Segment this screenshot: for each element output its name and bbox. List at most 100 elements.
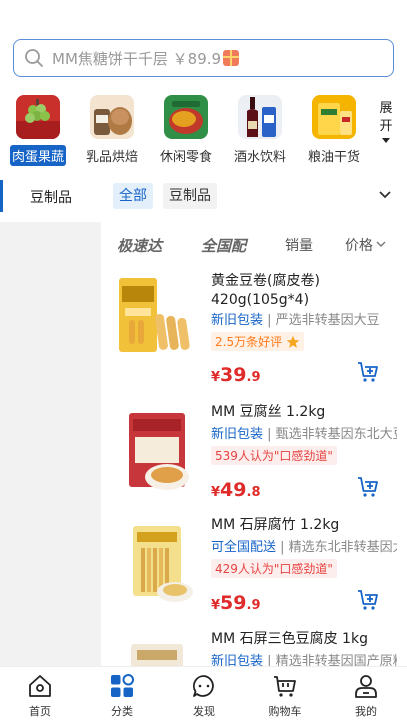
category-beverages[interactable]: 酒水饮料 (225, 94, 295, 166)
price-integer: 39 (220, 364, 247, 386)
product-list: 黄金豆卷(腐皮卷) 420g(105g*4) 新旧包装 | 严选非转基因大豆 2… (101, 266, 407, 666)
review-badge: 429人认为"口感劲道" (211, 559, 337, 578)
product-meta: 可全国配送 | 精选东北非转基因大豆 (211, 536, 397, 555)
review-badge: 539人认为"口感劲道" (211, 446, 337, 465)
category-dairy-bakery[interactable]: 乳品烘焙 (77, 94, 147, 166)
meta-separator: | (267, 427, 276, 442)
tab-label: 首页 (29, 705, 51, 718)
tab-label: 购物车 (268, 705, 302, 718)
tab-profile[interactable]: 我的 (336, 673, 396, 719)
tab-label: 分类 (111, 705, 133, 718)
product-price: ¥39.9 (211, 364, 260, 386)
sort-nationwide[interactable]: 全国配 (201, 235, 246, 256)
caret-down-icon (382, 138, 390, 143)
tab-cart[interactable]: 购物车 (255, 673, 315, 719)
price-decimal: .9 (246, 598, 261, 613)
grain-oil-thumbnail (312, 95, 356, 139)
category-label: 休闲零食 (159, 150, 212, 165)
category-page: MM焦糖饼干千层 ￥89.9 肉蛋果蔬 乳品烘焙 休闲零食 酒水饮料 粮油干货 … (0, 0, 407, 724)
search-placeholder: MM焦糖饼干千层 ￥89.9 (52, 49, 222, 68)
search-bar[interactable]: MM焦糖饼干千层 ￥89.9 (13, 39, 394, 77)
price-decimal: .9 (246, 370, 261, 385)
product-tag: 新旧包装 (211, 427, 264, 442)
beverages-thumbnail (238, 95, 282, 139)
product-name: MM 豆腐丝 1.2kg (211, 404, 326, 420)
price-currency: ¥ (211, 598, 221, 613)
product-price: ¥59.9 (211, 592, 260, 614)
sort-express[interactable]: 极速达 (117, 235, 162, 256)
category-grain-oil[interactable]: 粮油干货 (299, 94, 369, 166)
expand-label-line2: 开 (379, 119, 393, 134)
left-category-panel (0, 222, 101, 666)
price-currency: ¥ (211, 370, 221, 385)
product-description: 精选东北非转基因大豆 (288, 540, 397, 555)
product-name: 黄金豆卷(腐皮卷) 420g(105g*4) (211, 273, 320, 308)
tab-home[interactable]: 首页 (10, 673, 70, 719)
product-image (111, 518, 203, 610)
chevron-down-icon (376, 241, 386, 247)
product-image (111, 405, 203, 497)
product-name: MM 石屏腐竹 1.2kg (211, 517, 340, 533)
tab-label: 我的 (355, 705, 377, 718)
sort-price[interactable]: 价格 (345, 235, 373, 255)
category-snacks[interactable]: 休闲零食 (151, 94, 221, 166)
product-card[interactable]: MM 石屏腐竹 1.2kg 可全国配送 | 精选东北非转基因大豆 429人认为"… (101, 512, 407, 626)
meta-separator: | (267, 654, 276, 666)
tab-discover[interactable]: 发现 (174, 673, 234, 719)
expand-categories-button[interactable]: 展 开 (373, 100, 399, 143)
product-description: 甄选非转基因东北大豆 (275, 427, 397, 442)
category-label: 粮油干货 (307, 150, 360, 165)
product-description: 精选非转基因国产原料 (275, 654, 397, 666)
sort-bar: 极速达 全国配 销量 价格 (101, 222, 407, 266)
chip-all[interactable]: 全部 (113, 183, 153, 209)
meat-produce-thumbnail (16, 95, 60, 139)
product-tag: 可全国配送 (211, 540, 277, 555)
home-icon (29, 675, 51, 697)
product-name: MM 石屏三色豆腐皮 1kg (211, 631, 368, 647)
subcategory-bar: 豆制品 全部 豆制品 (0, 178, 407, 214)
price-integer: 49 (220, 479, 247, 501)
category-row: 肉蛋果蔬 乳品烘焙 休闲零食 酒水饮料 粮油干货 展 开 (0, 94, 407, 166)
meta-separator: | (280, 540, 289, 555)
price-decimal: .8 (246, 485, 261, 500)
price-currency: ¥ (211, 485, 221, 500)
product-image (111, 272, 203, 364)
add-to-cart-icon[interactable] (356, 475, 380, 499)
product-meta: 新旧包装 | 精选非转基因国产原料 (211, 650, 397, 666)
product-description: 严选非转基因大豆 (275, 313, 380, 328)
snacks-thumbnail (164, 95, 208, 139)
product-tag: 新旧包装 (211, 313, 264, 328)
expand-label-line1: 展 (379, 101, 393, 116)
product-price: ¥49.8 (211, 479, 260, 501)
add-to-cart-icon[interactable] (356, 588, 380, 612)
tab-label: 发现 (193, 705, 215, 718)
bottom-tab-bar: 首页 分类 发现 购物车 我的 (0, 666, 407, 724)
meta-separator: | (267, 313, 276, 328)
product-meta: 新旧包装 | 严选非转基因大豆 (211, 309, 397, 328)
star-icon (286, 335, 300, 348)
product-tag: 新旧包装 (211, 654, 264, 666)
rating-text: 2.5万条好评 (215, 335, 283, 349)
sort-sales[interactable]: 销量 (285, 235, 313, 255)
rating-badge: 2.5万条好评 (211, 332, 305, 351)
product-card[interactable]: MM 石屏三色豆腐皮 1kg 新旧包装 | 精选非转基因国产原料 (101, 626, 407, 666)
price-integer: 59 (220, 592, 247, 614)
product-card[interactable]: 黄金豆卷(腐皮卷) 420g(105g*4) 新旧包装 | 严选非转基因大豆 2… (101, 266, 407, 386)
cart-icon (274, 676, 296, 697)
category-label: 酒水饮料 (233, 150, 286, 165)
profile-icon (355, 675, 377, 698)
category-label: 肉蛋果蔬 (9, 145, 66, 166)
dairy-bakery-thumbnail (90, 95, 134, 139)
search-icon (25, 49, 43, 67)
category-icon (111, 674, 134, 697)
category-label: 乳品烘焙 (85, 150, 138, 165)
product-card[interactable]: MM 豆腐丝 1.2kg 新旧包装 | 甄选非转基因东北大豆 539人认为"口感… (101, 399, 407, 513)
product-image (111, 638, 203, 666)
add-to-cart-icon[interactable] (356, 360, 380, 384)
chip-tofu-products[interactable]: 豆制品 (163, 183, 217, 209)
chevron-down-icon[interactable] (378, 188, 392, 202)
product-meta: 新旧包装 | 甄选非转基因东北大豆 (211, 423, 397, 442)
category-meat-eggs-produce[interactable]: 肉蛋果蔬 (3, 94, 73, 166)
tab-category[interactable]: 分类 (92, 673, 152, 719)
subcategory-title: 豆制品 (30, 190, 72, 206)
